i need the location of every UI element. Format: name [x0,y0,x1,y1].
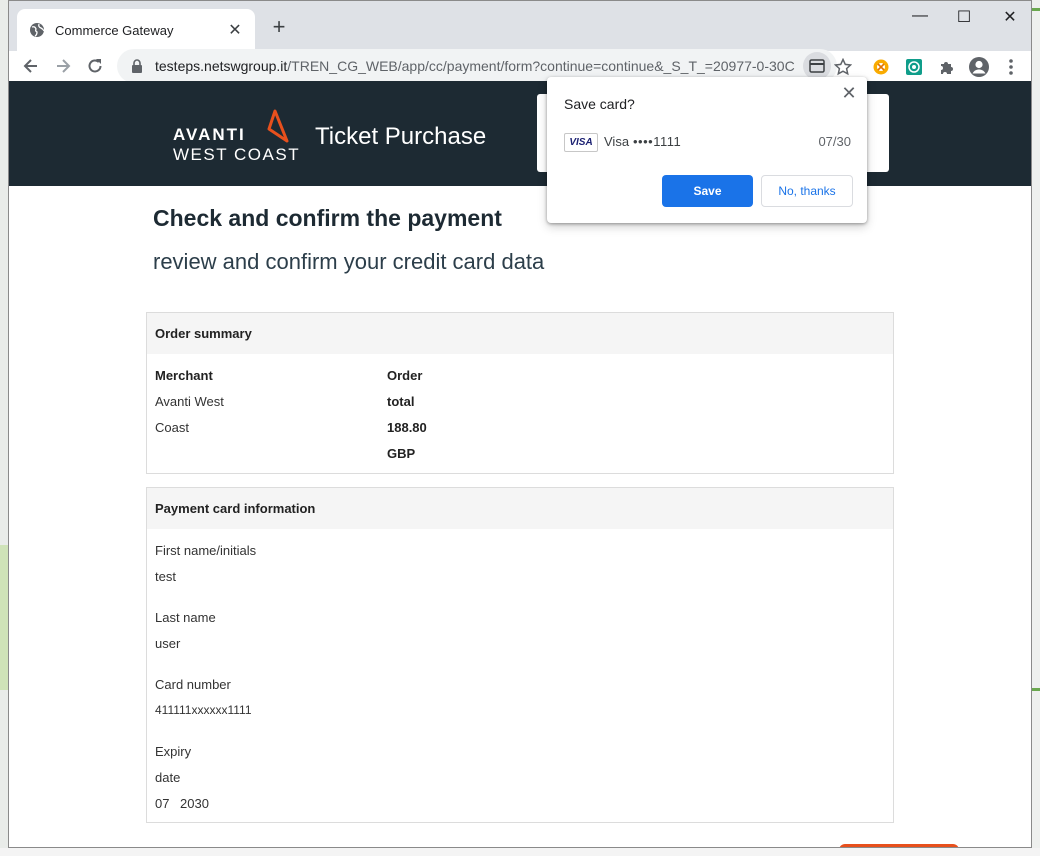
forward-arrow-icon [57,59,71,73]
web-page: AVANTI WEST COAST Ticket Purchase Check … [9,81,1031,847]
expiry-year: 2030 [180,796,209,811]
bg-right-strip [1032,0,1040,856]
back-button[interactable] [19,57,43,81]
url-text: testeps.netswgroup.it/TREN_CG_WEB/app/cc… [155,58,795,74]
order-summary-card: Order summary Merchant Avanti West Coast… [146,312,894,474]
bg-green-line [1032,8,1040,11]
first-name-value: test [155,569,176,584]
browser-toolbar: testeps.netswgroup.it/TREN_CG_WEB/app/cc… [9,49,1031,84]
browser-tab[interactable]: Commerce Gateway ✕ [17,9,255,51]
order-amount: 188.80 [387,420,427,435]
site-header: AVANTI WEST COAST Ticket Purchase [9,81,1031,186]
order-summary-title: Order summary [147,313,893,354]
masked-card-number: ••••1111 [633,134,682,149]
reload-icon [88,59,102,73]
order-currency: GBP [387,446,416,461]
no-thanks-button[interactable]: No, thanks [761,175,853,207]
extension-orange-icon [873,59,889,75]
merchant-value-line-1: Avanti West [155,394,224,409]
browser-window: Commerce Gateway ✕ + — ☐ ✕ testeps.netsw… [8,0,1032,848]
close-window-button[interactable]: ✕ [987,7,1031,27]
confirm-button-partial[interactable] [839,844,959,847]
extension-2-button[interactable] [902,55,926,79]
visa-logo-icon: VISA [564,133,598,152]
save-card-title: Save card? [564,96,635,112]
card-number-value: 411111xxxxxx1111 [155,703,252,717]
tab-title: Commerce Gateway [55,22,174,38]
save-card-dialog: Save card? ✕ VISA Visa ••••1111 07/30 Sa… [547,77,867,223]
credit-card-icon [809,59,825,73]
merchant-value-line-2: Coast [155,420,189,435]
maximize-button[interactable]: ☐ [941,7,987,27]
bookmark-star-button[interactable] [831,55,855,79]
expiry-label-line-1: Expiry [155,744,192,759]
logo-arrow-icon [267,109,289,143]
back-arrow-icon [23,59,37,73]
bg-green-block [0,545,8,690]
title-bar: Commerce Gateway ✕ + — ☐ ✕ [9,1,1031,51]
bg-bottom-strip [0,848,1040,856]
account-icon [969,57,989,77]
star-icon [834,58,852,76]
merchant-label: Merchant [155,368,213,383]
kebab-menu-icon [1009,59,1013,75]
order-label: Order [387,368,423,383]
total-label: total [387,394,415,409]
profile-button[interactable] [967,55,991,79]
card-brand: Visa [604,134,630,149]
payment-card-info-card: Payment card information First name/init… [146,487,894,823]
logo-line-2: WEST COAST [173,145,301,164]
page-subheading: review and confirm your credit card data [153,249,545,274]
tab-close-icon[interactable]: ✕ [225,20,245,40]
bg-green-line-2 [1032,688,1040,691]
extension-teal-icon [906,59,922,75]
first-name-label: First name/initials [155,543,257,558]
bg-left-strip [0,0,8,856]
expiry-month: 07 [155,796,170,811]
logo-line-1: AVANTI [173,125,246,144]
expiry-label-line-2: date [155,770,181,785]
puzzle-icon [941,62,953,74]
payment-card-info-title: Payment card information [147,488,893,529]
payment-card-omnibox-button[interactable] [803,52,831,80]
extensions-button[interactable] [935,55,959,79]
last-name-label: Last name [155,610,216,625]
minimize-button[interactable]: — [897,7,943,25]
card-expiry: 07/30 [818,134,851,149]
last-name-value: user [155,636,181,651]
page-heading: Check and confirm the payment [153,205,502,231]
dialog-close-icon[interactable]: ✕ [839,83,859,104]
reload-button[interactable] [83,57,107,81]
save-button[interactable]: Save [662,175,753,207]
header-title: Ticket Purchase [315,123,487,150]
forward-button[interactable] [51,57,75,81]
lock-icon [132,59,142,73]
menu-button[interactable] [999,55,1023,79]
globe-icon [30,23,45,37]
card-number-label: Card number [155,677,231,692]
extension-1-button[interactable] [869,55,893,79]
new-tab-button[interactable]: + [267,14,291,40]
